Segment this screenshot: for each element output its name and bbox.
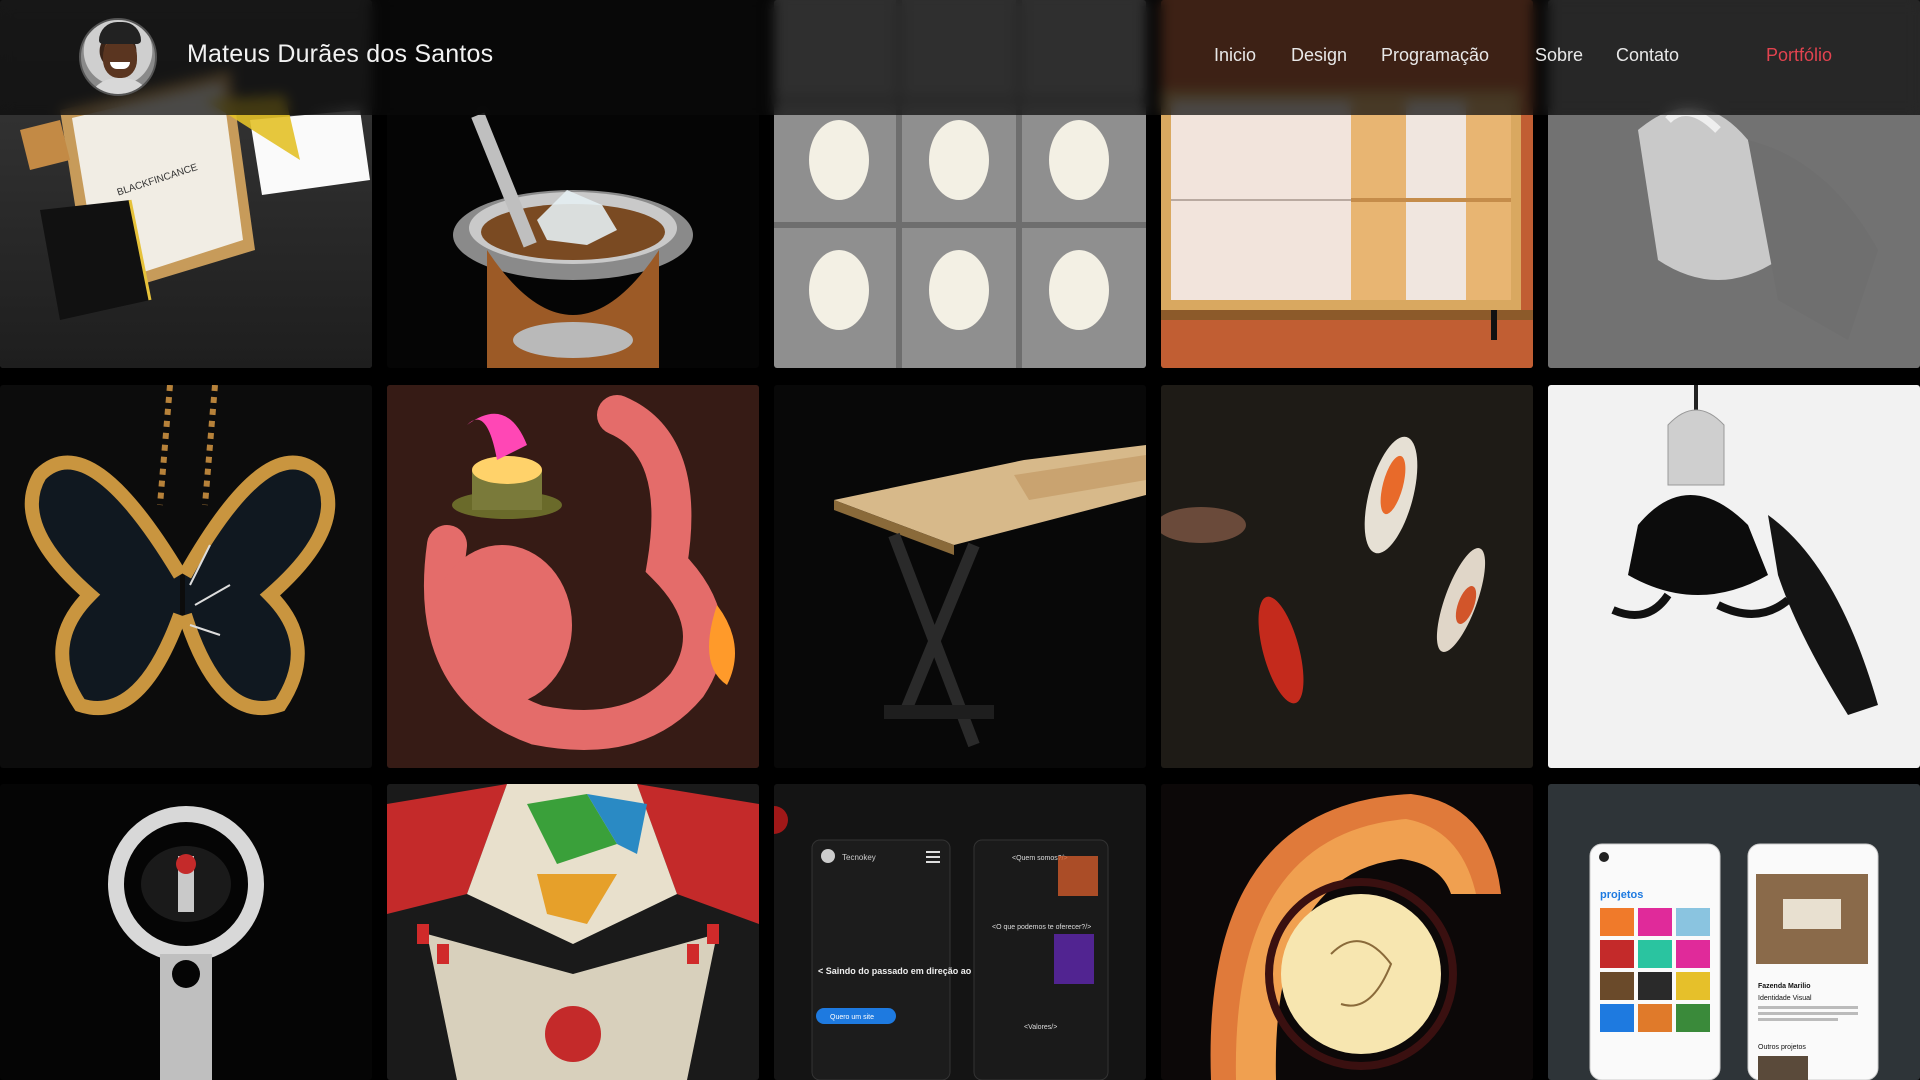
portfolio-tile-butterfly[interactable] <box>0 385 372 768</box>
portfolio-grid: BLACKFINCANCE Tecnokey < Saindo do passa… <box>0 0 1920 1080</box>
marilio-title-text: Fazenda Marilio <box>1758 983 1811 990</box>
nav-item-contato[interactable]: Contato <box>1616 45 1679 66</box>
nav-item-programacao[interactable]: Programação <box>1381 45 1489 66</box>
nav-item-portfolio[interactable]: Portfólio <box>1766 45 1832 66</box>
tecnokey-brand-text: Tecnokey <box>842 853 876 862</box>
tecnokey-cta-text: Quero um site <box>830 1014 874 1021</box>
outros-projetos-text: Outros projetos <box>1758 1044 1806 1051</box>
portfolio-tile-watch-stand[interactable] <box>0 784 372 1080</box>
tecnokey-oferecer-text: <O que podemos te oferecer?/> <box>992 924 1091 931</box>
nav-item-sobre[interactable]: Sobre <box>1535 45 1583 66</box>
avatar-cap <box>99 22 141 44</box>
portfolio-tile-wood-table[interactable] <box>774 385 1146 768</box>
site-header: Mateus Durães dos Santos Inicio Design P… <box>0 0 1920 115</box>
tecnokey-valores-text: <Valores/> <box>1024 1024 1057 1031</box>
portfolio-tile-lamp[interactable] <box>1161 784 1533 1080</box>
nav-item-inicio[interactable]: Inicio <box>1214 45 1256 66</box>
portfolio-tile-koi[interactable] <box>1161 385 1533 768</box>
avatar-shirt <box>87 78 153 94</box>
marilio-subtitle-text: Identidade Visual <box>1758 995 1812 1002</box>
nav-item-design[interactable]: Design <box>1291 45 1347 66</box>
portfolio-tile-tecnokey[interactable]: Tecnokey < Saindo do passado em direção … <box>774 784 1146 1080</box>
portfolio-tile-projetos[interactable]: projetos Fazenda Marilio Identidade Visu… <box>1548 784 1920 1080</box>
main-nav: Inicio Design Programação Sobre Contato … <box>0 45 1920 70</box>
portfolio-tile-hummingbird[interactable] <box>1548 385 1920 768</box>
portfolio-tile-creature[interactable] <box>387 385 759 768</box>
projetos-heading-text: projetos <box>1600 889 1643 901</box>
portfolio-tile-board-game[interactable] <box>387 784 759 1080</box>
